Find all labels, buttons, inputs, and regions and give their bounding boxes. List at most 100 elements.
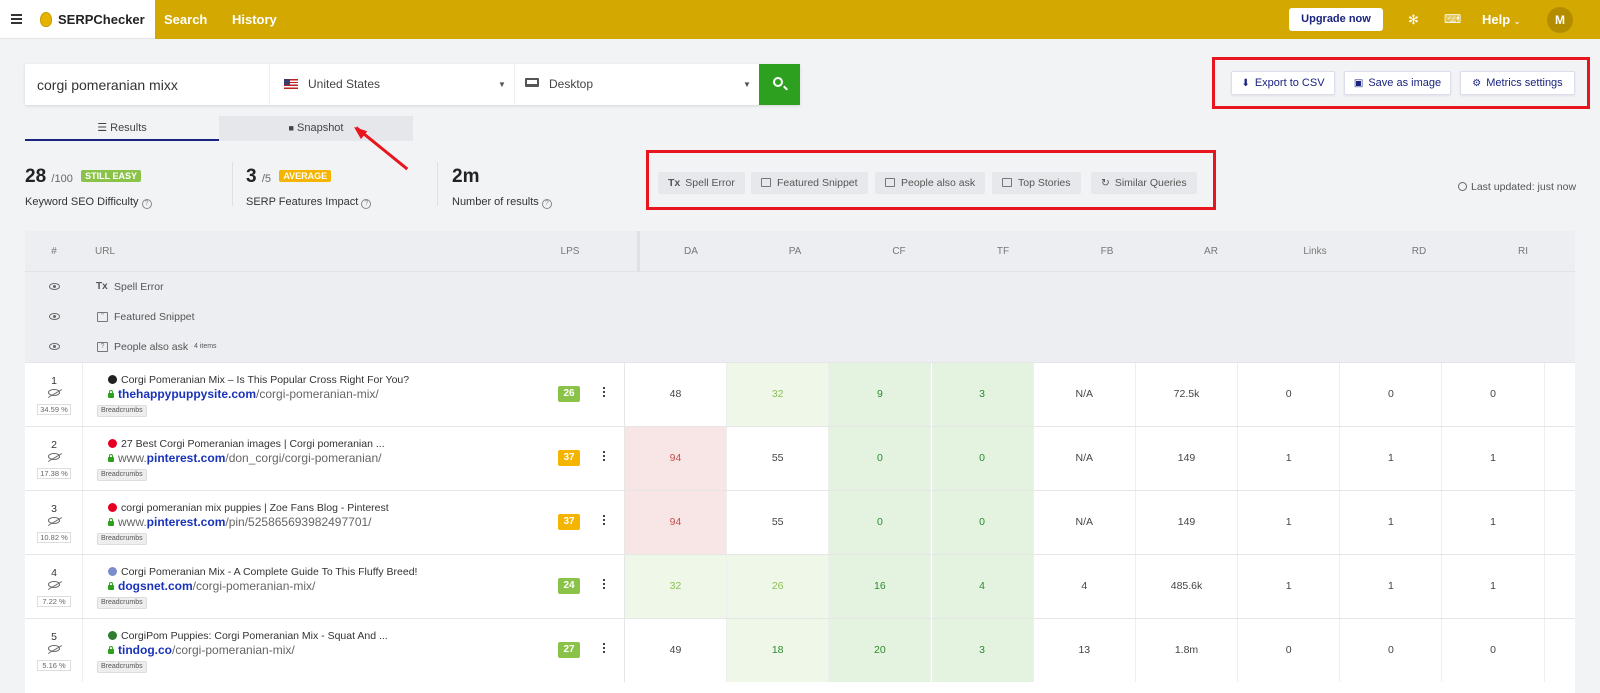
col-fb[interactable]: FB: [1055, 231, 1159, 272]
brand-name[interactable]: SERPChecker: [58, 12, 145, 27]
result-url[interactable]: www.pinterest.com/pin/525865693982497701…: [108, 515, 372, 529]
metric-ar: 72.5k: [1136, 363, 1238, 426]
search-button[interactable]: [759, 64, 800, 105]
feature-extra: 4 items: [194, 343, 217, 350]
col-rank[interactable]: #: [25, 231, 83, 272]
eye-slash-icon[interactable]: [48, 453, 60, 460]
eye-icon[interactable]: [49, 313, 60, 320]
hamburger-menu-icon[interactable]: [11, 14, 22, 24]
result-url[interactable]: thehappypuppysite.com/corgi-pomeranian-m…: [108, 387, 379, 401]
col-pa[interactable]: PA: [743, 231, 847, 272]
eye-slash-icon[interactable]: [48, 645, 60, 652]
result-title: corgi pomeranian mix puppies | Zoe Fans …: [108, 502, 389, 514]
export-csv-button[interactable]: ⬇ Export to CSV: [1231, 71, 1335, 95]
result-url[interactable]: tindog.co/corgi-pomeranian-mix/: [108, 643, 295, 657]
keyword-input[interactable]: [25, 64, 265, 105]
more-options-icon[interactable]: [603, 515, 606, 528]
help-icon[interactable]: ?: [541, 199, 552, 209]
chip-featured-snippet[interactable]: Featured Snippet: [751, 172, 868, 194]
more-options-icon[interactable]: [603, 387, 606, 400]
metric-cf: 0: [829, 491, 932, 554]
help-icon[interactable]: ?: [361, 199, 372, 209]
url-path: /pin/525865693982497701/: [225, 515, 372, 529]
ctr-percent: 10.82 %: [37, 532, 71, 543]
col-da[interactable]: DA: [639, 231, 743, 272]
metric-ar: 149: [1136, 427, 1238, 490]
result-title-text: Corgi Pomeranian Mix - A Complete Guide …: [121, 566, 418, 578]
chip-label: Spell Error: [685, 177, 735, 189]
table-row: 1 34.59 % Corgi Pomeranian Mix – Is This…: [25, 362, 1575, 426]
search-icon: [773, 77, 783, 87]
breadcrumbs-badge: Breadcrumbs: [97, 469, 147, 481]
country-value: United States: [308, 77, 381, 91]
eye-icon[interactable]: [49, 343, 60, 350]
col-rd[interactable]: RD: [1367, 231, 1471, 272]
more-options-icon[interactable]: [603, 643, 606, 656]
rank-cell: 3 10.82 %: [25, 491, 83, 554]
rank-number: 1: [51, 375, 57, 387]
last-updated-text: Last updated: just now: [1471, 181, 1577, 193]
result-title-text: 27 Best Corgi Pomeranian images | Corgi …: [121, 438, 385, 450]
col-links[interactable]: Links: [1263, 231, 1367, 272]
camera-icon: ■: [288, 123, 294, 133]
metrics-settings-button[interactable]: ⚙ Metrics settings: [1460, 71, 1575, 95]
country-select[interactable]: United States ▼: [269, 64, 514, 105]
url-domain: tindog.co: [118, 643, 172, 657]
help-menu[interactable]: Help ⌄: [1482, 12, 1521, 27]
col-ri[interactable]: RI: [1471, 231, 1575, 272]
help-icon[interactable]: ?: [141, 199, 152, 209]
gear-icon: ⚙: [1472, 78, 1482, 89]
more-options-icon[interactable]: [603, 579, 606, 592]
metric-fb: N/A: [1033, 363, 1136, 426]
url-path: /corgi-pomeranian-mix/: [172, 643, 295, 657]
eye-icon[interactable]: [49, 283, 60, 290]
save-image-button[interactable]: ▣ Save as image: [1344, 71, 1451, 95]
eye-slash-icon[interactable]: [48, 581, 60, 588]
more-options-icon[interactable]: [603, 451, 606, 464]
image-icon: ▣: [1353, 78, 1364, 89]
tab-snapshot[interactable]: ■ Snapshot: [219, 116, 413, 141]
chip-top-stories[interactable]: Top Stories: [992, 172, 1081, 194]
col-tf[interactable]: TF: [951, 231, 1055, 272]
eye-slash-icon[interactable]: [48, 517, 60, 524]
search-form: United States ▼ Desktop ▼: [25, 64, 800, 105]
col-url[interactable]: URL: [95, 231, 115, 272]
sfi-value: 3: [246, 166, 257, 187]
col-ar[interactable]: AR: [1159, 231, 1263, 272]
avatar[interactable]: M: [1547, 7, 1573, 33]
chip-similar-queries[interactable]: ↻ Similar Queries: [1091, 172, 1197, 194]
nav-history[interactable]: History: [232, 12, 277, 27]
metric-rd: 0: [1340, 619, 1443, 682]
sfi-label-text: SERP Features Impact: [246, 196, 359, 208]
metric-links: 0: [1238, 619, 1341, 682]
metric-fb: N/A: [1033, 491, 1136, 554]
metric-rd: 1: [1340, 427, 1443, 490]
lock-icon: [108, 454, 114, 462]
chip-spell-error[interactable]: Tx Spell Error: [658, 172, 745, 194]
eye-slash-icon[interactable]: [48, 389, 60, 396]
favicon-icon: [108, 375, 117, 384]
result-url[interactable]: dogsnet.com/corgi-pomeranian-mix/: [108, 579, 315, 593]
keyboard-icon[interactable]: ⌨: [1444, 12, 1461, 26]
url-prefix: www.: [118, 515, 147, 529]
result-url[interactable]: www.pinterest.com/don_corgi/corgi-pomera…: [108, 451, 381, 465]
result-title: 27 Best Corgi Pomeranian images | Corgi …: [108, 438, 385, 450]
clock-icon: [1458, 182, 1467, 191]
nav-search[interactable]: Search: [164, 12, 207, 27]
chip-people-also-ask[interactable]: People also ask: [875, 172, 986, 194]
metric-tf: 0: [931, 491, 1034, 554]
feature-label: Spell Error: [114, 281, 164, 293]
device-select[interactable]: Desktop ▼: [514, 64, 759, 105]
export-csv-label: Export to CSV: [1254, 77, 1325, 89]
metric-ar: 149: [1136, 491, 1238, 554]
upgrade-button[interactable]: Upgrade now: [1289, 8, 1383, 31]
col-cf[interactable]: CF: [847, 231, 951, 272]
tab-results[interactable]: ☰ Results: [25, 116, 219, 141]
col-lps[interactable]: LPS: [555, 231, 585, 272]
metric-ri: 1: [1442, 555, 1545, 618]
settings-gear-icon[interactable]: ✻: [1408, 12, 1419, 28]
metric-fb: N/A: [1033, 427, 1136, 490]
sfi-label: SERP Features Impact?: [246, 196, 372, 209]
metric-cf: 16: [829, 555, 932, 618]
lps-badge: 26: [558, 386, 580, 402]
